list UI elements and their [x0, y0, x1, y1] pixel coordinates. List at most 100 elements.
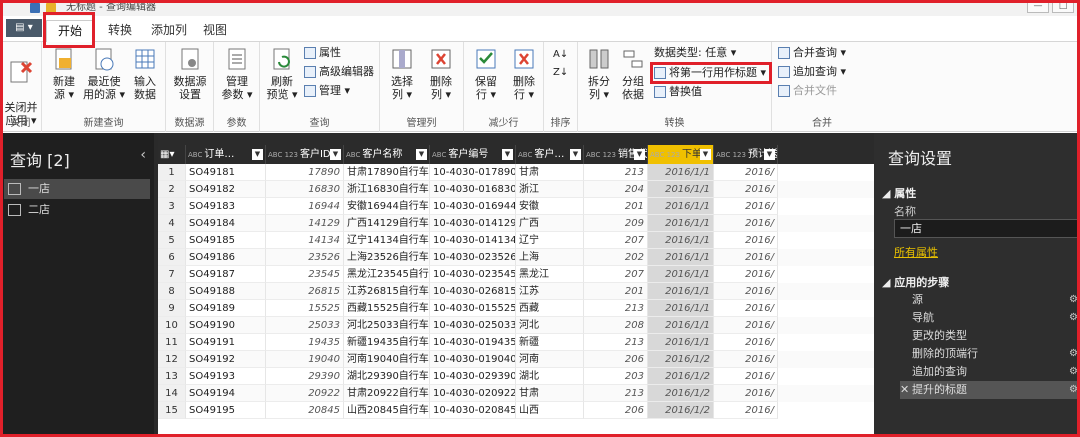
table-cell[interactable]: 206 [584, 402, 648, 419]
choose-columns-button[interactable]: 选择 列 ▾ [384, 46, 420, 101]
filter-dropdown-icon[interactable]: ▼ [634, 149, 645, 160]
table-cell[interactable]: 2016/1/2 [648, 402, 714, 419]
table-cell[interactable]: SO49184 [186, 215, 266, 232]
row-number[interactable]: 4 [158, 215, 186, 232]
table-cell[interactable]: 10-4030-017890 [430, 164, 516, 181]
table-cell[interactable]: 2016/1/1 [648, 215, 714, 232]
table-cell[interactable]: 10-4030-016944 [430, 198, 516, 215]
table-cell[interactable]: 河北25033自行车… [344, 317, 430, 334]
table-cell[interactable]: 213 [584, 300, 648, 317]
table-cell[interactable]: 甘肃 [516, 385, 584, 402]
table-cell[interactable]: 2016/ [714, 317, 778, 334]
split-column-button[interactable]: 拆分 列 ▾ [582, 46, 616, 101]
column-header[interactable]: ABC 客户编号 ▼ [430, 145, 516, 164]
row-number[interactable]: 1 [158, 164, 186, 181]
table-row[interactable]: 14 SO49194 20922 甘肃20922自行车… 10-4030-020922 甘… [158, 385, 874, 402]
column-header[interactable]: ABC 客户名称 ▼ [344, 145, 430, 164]
table-cell[interactable]: SO49186 [186, 249, 266, 266]
table-cell[interactable]: 207 [584, 232, 648, 249]
collapse-chevron-icon[interactable]: ‹ [140, 147, 146, 163]
table-cell[interactable]: 2016/ [714, 215, 778, 232]
combine-files-button[interactable]: 合并文件 [778, 84, 837, 98]
table-cell[interactable]: 2016/1/1 [648, 198, 714, 215]
table-cell[interactable]: 23545 [266, 266, 344, 283]
properties-section[interactable]: ◢ 属性 [882, 185, 916, 201]
table-cell[interactable]: 2016/1/1 [648, 181, 714, 198]
table-cell[interactable]: 10-4030-020845 [430, 402, 516, 419]
table-cell[interactable]: 10-4030-026815 [430, 283, 516, 300]
gear-icon[interactable]: ⚙ [1069, 381, 1078, 399]
table-cell[interactable]: 2016/ [714, 249, 778, 266]
file-menu-button[interactable]: ▤ ▾ [6, 19, 42, 37]
table-cell[interactable]: 新疆 [516, 334, 584, 351]
table-cell[interactable]: 2016/1/1 [648, 300, 714, 317]
table-cell[interactable]: 2016/1/1 [648, 164, 714, 181]
table-cell[interactable]: 上海 [516, 249, 584, 266]
table-cell[interactable]: 213 [584, 164, 648, 181]
table-cell[interactable]: SO49194 [186, 385, 266, 402]
applied-step[interactable]: 源 ⚙ [900, 291, 1080, 309]
table-cell[interactable]: 213 [584, 334, 648, 351]
column-header[interactable]: ABC 123 客户ID ▼ [266, 145, 344, 164]
table-cell[interactable]: 10-4030-025033 [430, 317, 516, 334]
all-properties-link[interactable]: 所有属性 [894, 244, 938, 260]
table-cell[interactable]: 2016/ [714, 334, 778, 351]
table-cell[interactable]: 安徽16944自行车… [344, 198, 430, 215]
table-cell[interactable]: 西藏15525自行车… [344, 300, 430, 317]
query-item[interactable]: 二店 [4, 200, 150, 220]
table-cell[interactable]: 2016/ [714, 385, 778, 402]
table-cell[interactable]: 江苏26815自行车… [344, 283, 430, 300]
table-cell[interactable]: 2016/1/2 [648, 368, 714, 385]
row-number[interactable]: 9 [158, 300, 186, 317]
table-cell[interactable]: 17890 [266, 164, 344, 181]
table-cell[interactable]: 2016/1/1 [648, 317, 714, 334]
table-cell[interactable]: 207 [584, 266, 648, 283]
gear-icon[interactable]: ⚙ [1069, 363, 1078, 381]
table-cell[interactable]: 西藏 [516, 300, 584, 317]
table-cell[interactable]: 19435 [266, 334, 344, 351]
table-cell[interactable]: 辽宁 [516, 232, 584, 249]
name-input[interactable]: 一店 [894, 219, 1080, 238]
properties-button[interactable]: 属性 [304, 46, 341, 60]
table-cell[interactable]: 10-4030-014129 [430, 215, 516, 232]
manage-params-button[interactable]: 管理 参数 ▾ [218, 46, 256, 101]
table-cell[interactable]: 2016/1/2 [648, 385, 714, 402]
row-number[interactable]: 14 [158, 385, 186, 402]
table-row[interactable]: 10 SO49190 25033 河北25033自行车… 10-4030-025033 河… [158, 317, 874, 334]
table-cell[interactable]: 10-4030-020922 [430, 385, 516, 402]
applied-steps-section[interactable]: ◢ 应用的步骤 [882, 274, 949, 290]
table-cell[interactable]: 10-4030-014134 [430, 232, 516, 249]
table-cell[interactable]: 广西 [516, 215, 584, 232]
table-cell[interactable]: 206 [584, 351, 648, 368]
row-number[interactable]: 15 [158, 402, 186, 419]
refresh-preview-button[interactable]: 刷新 预览 ▾ [264, 46, 300, 101]
query-item[interactable]: 一店 [4, 179, 150, 199]
applied-step[interactable]: 更改的类型 [900, 327, 1080, 345]
table-cell[interactable]: 2016/1/1 [648, 283, 714, 300]
enter-data-button[interactable]: 输入 数据 [128, 46, 162, 101]
tab-view[interactable]: 视图 [198, 20, 232, 42]
filter-dropdown-icon[interactable]: ▼ [764, 149, 775, 160]
row-number[interactable]: 5 [158, 232, 186, 249]
table-cell[interactable]: 辽宁14134自行车… [344, 232, 430, 249]
table-row[interactable]: 15 SO49195 20845 山西20845自行车… 10-4030-020845 山… [158, 402, 874, 419]
filter-dropdown-icon[interactable]: ▼ [252, 149, 263, 160]
table-row[interactable]: 13 SO49193 29390 湖北29390自行车… 10-4030-029390 湖… [158, 368, 874, 385]
minimize-button[interactable]: — [1027, 0, 1049, 13]
gear-icon[interactable]: ⚙ [1069, 309, 1078, 327]
row-number[interactable]: 11 [158, 334, 186, 351]
table-cell[interactable]: SO49193 [186, 368, 266, 385]
table-cell[interactable]: 20922 [266, 385, 344, 402]
column-header[interactable]: ABC 客户… ▼ [516, 145, 584, 164]
table-cell[interactable]: 2016/1/2 [648, 351, 714, 368]
table-cell[interactable]: 江苏 [516, 283, 584, 300]
row-number[interactable]: 3 [158, 198, 186, 215]
table-cell[interactable]: SO49191 [186, 334, 266, 351]
table-cell[interactable]: 甘肃17890自行车… [344, 164, 430, 181]
table-cell[interactable]: 2016/1/1 [648, 232, 714, 249]
table-row[interactable]: 2 SO49182 16830 浙江16830自行车… 10-4030-016830 浙江… [158, 181, 874, 198]
table-cell[interactable]: SO49181 [186, 164, 266, 181]
table-row[interactable]: 6 SO49186 23526 上海23526自行车… 10-4030-023526 上海… [158, 249, 874, 266]
table-row[interactable]: 3 SO49183 16944 安徽16944自行车… 10-4030-016944 安徽… [158, 198, 874, 215]
table-cell[interactable]: 16944 [266, 198, 344, 215]
